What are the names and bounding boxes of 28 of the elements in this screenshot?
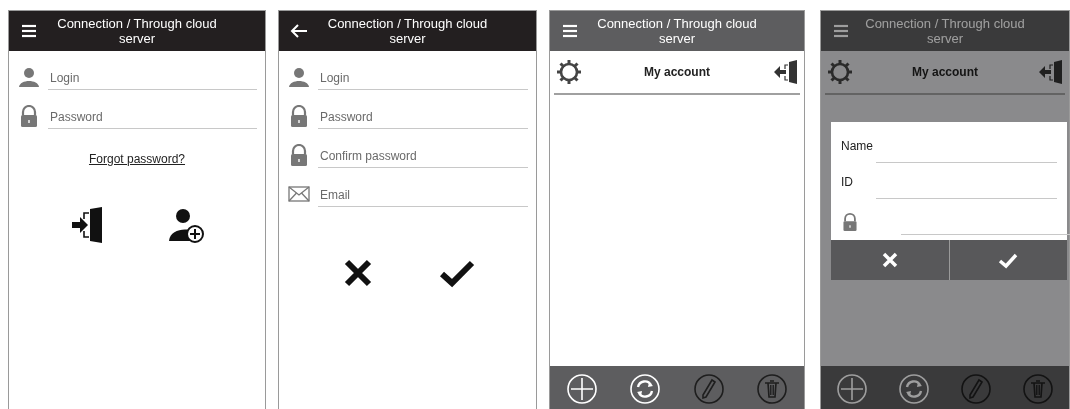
input-field[interactable]: Password bbox=[48, 106, 257, 129]
section-title: My account bbox=[644, 65, 710, 79]
field-label: ID bbox=[841, 175, 854, 189]
lock-icon bbox=[288, 143, 310, 166]
gear-icon[interactable] bbox=[556, 59, 582, 85]
header-title: Connection / Through cloud server bbox=[56, 16, 218, 46]
input-field[interactable]: Password bbox=[318, 106, 528, 129]
lock-icon bbox=[18, 104, 40, 127]
field-label: Name bbox=[841, 139, 874, 153]
input-field[interactable]: Email bbox=[318, 184, 528, 207]
header-title: Connection / Through cloud server bbox=[864, 16, 1026, 46]
person-icon bbox=[18, 65, 40, 88]
header-title: Connection / Through cloud server bbox=[596, 16, 758, 46]
input-field[interactable]: Login bbox=[318, 67, 528, 90]
person-icon bbox=[288, 65, 310, 88]
section-title: My account bbox=[912, 65, 978, 79]
lock-icon bbox=[841, 212, 859, 232]
input-field[interactable]: Login bbox=[48, 67, 257, 90]
door-arrow-icon[interactable] bbox=[772, 59, 798, 85]
refresh-icon[interactable] bbox=[898, 373, 930, 405]
plus-circle-icon[interactable] bbox=[836, 373, 868, 405]
lock-icon bbox=[288, 104, 310, 127]
plus-circle-icon[interactable] bbox=[565, 373, 598, 405]
refresh-icon[interactable] bbox=[629, 373, 662, 405]
input-field[interactable]: Confirm password bbox=[318, 145, 528, 168]
header-title: Connection / Through cloud server bbox=[326, 16, 489, 46]
forgot-password-link[interactable]: Forgot password? bbox=[88, 152, 185, 166]
gear-icon[interactable] bbox=[827, 59, 853, 85]
